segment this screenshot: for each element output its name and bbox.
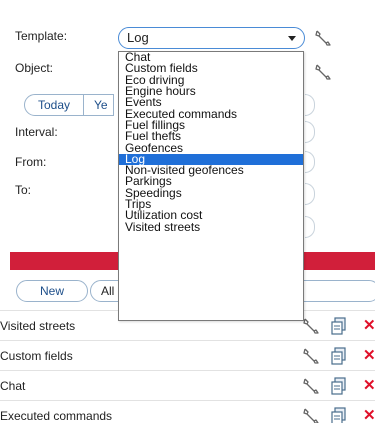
templates-list: Visited streets ✕ Custom fields ✕ Chat ✕…	[0, 310, 375, 423]
delete-icon[interactable]: ✕	[363, 406, 375, 423]
report-panel: Template: Log Object: Today Ye Interval:…	[0, 0, 375, 423]
wrench-icon[interactable]	[314, 29, 332, 47]
delete-icon[interactable]: ✕	[363, 376, 375, 394]
to-label: To:	[15, 183, 32, 197]
copy-icon[interactable]	[331, 347, 347, 365]
wrench-icon[interactable]	[302, 377, 320, 395]
template-name: Custom fields	[0, 349, 73, 363]
template-name: Visited streets	[0, 319, 76, 333]
list-item[interactable]: Chat ✕	[0, 370, 375, 400]
yesterday-button[interactable]: Ye	[84, 94, 115, 116]
chevron-down-icon[interactable]	[288, 36, 296, 41]
from-label: From:	[15, 155, 47, 169]
copy-icon[interactable]	[331, 377, 347, 395]
new-template-button[interactable]: New	[16, 280, 88, 302]
template-name: Executed commands	[0, 409, 113, 423]
list-item[interactable]: Custom fields ✕	[0, 340, 375, 370]
copy-icon[interactable]	[331, 317, 347, 335]
interval-label: Interval:	[15, 125, 58, 139]
dropdown-option-geofences[interactable]: Geofences	[119, 141, 303, 154]
delete-icon[interactable]: ✕	[363, 316, 375, 334]
copy-icon[interactable]	[331, 407, 347, 423]
dropdown-option-visited-streets[interactable]: Visited streets	[119, 221, 303, 233]
today-button[interactable]: Today	[24, 94, 85, 116]
period-buttons: Today Ye	[24, 94, 115, 116]
template-select[interactable]: Log	[118, 27, 305, 49]
delete-icon[interactable]: ✕	[363, 346, 375, 364]
wrench-icon[interactable]	[302, 317, 320, 335]
template-dropdown-list: Chat Custom fields Eco driving Engine ho…	[118, 51, 304, 321]
wrench-icon[interactable]	[302, 347, 320, 365]
list-item[interactable]: Executed commands ✕	[0, 400, 375, 423]
object-label: Object:	[15, 61, 54, 75]
template-name: Chat	[0, 379, 26, 393]
template-select-value: Log	[127, 30, 149, 45]
template-label: Template:	[15, 29, 68, 43]
wrench-icon[interactable]	[302, 407, 320, 423]
wrench-icon[interactable]	[314, 63, 332, 81]
